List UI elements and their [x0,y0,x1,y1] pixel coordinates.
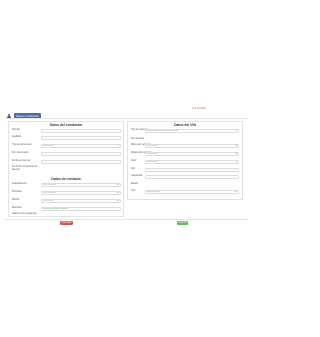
field-label: Distrito [12,199,20,201]
list-link[interactable]: Ir a la lista [192,106,206,110]
driver-panel-title: Datos del conductor [49,123,83,127]
field-label: Tipo de documento [12,144,32,146]
province-select[interactable]: Elija la opción [41,191,121,195]
driver-name-input[interactable] [41,129,121,133]
header-divider [5,118,248,119]
kind-row: Tipo Elija la opción [128,190,242,196]
doc-type-select[interactable]: Seleccione [41,144,121,148]
year-input[interactable] [145,168,239,172]
field-label: Apellidos [12,136,22,138]
color-select[interactable]: Seleccione [145,160,239,164]
field-label: Nro. documento [12,152,29,154]
field-label: Dirección [12,207,22,209]
field-label: Teléfono de emergencia [12,213,37,215]
field-label: Nro de placa [131,138,145,140]
department-row: Departamento Elija la opción [9,183,123,189]
footer-divider [5,219,248,220]
driver-name-row: Nombre [9,129,123,135]
vehicle-type-select[interactable]: Elija la opción de tipo de vehículo [145,129,239,133]
vehicle-brand-select[interactable]: Seleccione [145,144,239,148]
page: Ir a la lista Nuevo conductor Datos del … [0,0,253,337]
license-expiry-row: Fecha de vencimiento de licencia [9,166,123,172]
capacity-row: Capacidad [128,175,242,181]
department-select[interactable]: Elija la opción [41,183,121,187]
field-label: Departamento [12,183,27,185]
year-row: Año [128,168,242,174]
vehicle-panel: Datos del VIN Tipo de vehículo Elija la … [127,121,243,200]
license-date-input[interactable] [41,160,121,164]
status-row: Estado [128,183,242,189]
doc-number-input[interactable] [41,152,121,156]
doc-type-row: Tipo de documento Seleccione [9,144,123,150]
vehicle-type-row: Tipo de vehículo Elija la opción de tipo… [128,129,242,135]
vehicle-model-select[interactable]: Seleccione [145,152,239,156]
field-label: Fecha de vencimiento de licencia [12,166,38,171]
field-label: Fecha de licencia [12,160,30,162]
district-select[interactable]: Seleccione [41,199,121,203]
capacity-input[interactable] [145,175,239,179]
save-button[interactable]: Guardar [177,221,188,225]
contact-title: Datos de contacto [51,177,81,181]
driver-lastname-input[interactable] [41,136,121,140]
vehicle-model-row: Modelo del vehículo Seleccione [128,152,242,158]
province-row: Provincia Elija la opción [9,191,123,197]
driver-panel: Datos del conductor Nombre Apellidos Tip… [8,121,124,217]
field-label: Nombre [12,129,21,131]
kind-select[interactable]: Elija la opción [145,190,239,194]
field-label: Provincia [12,191,22,193]
driver-lastname-row: Apellidos [9,136,123,142]
vehicle-panel-title: Datos del VIN [174,123,196,127]
field-label: Estado [131,183,139,185]
address-input[interactable]: Ingrese dirección completa [41,207,121,211]
cancel-button[interactable]: Cancelar [60,221,73,225]
district-row: Distrito Seleccione [9,199,123,205]
color-row: Color Seleccione [128,160,242,166]
vehicle-brand-row: Marca del vehículo Seleccione [128,144,242,150]
doc-number-row: Nro. documento [9,152,123,158]
